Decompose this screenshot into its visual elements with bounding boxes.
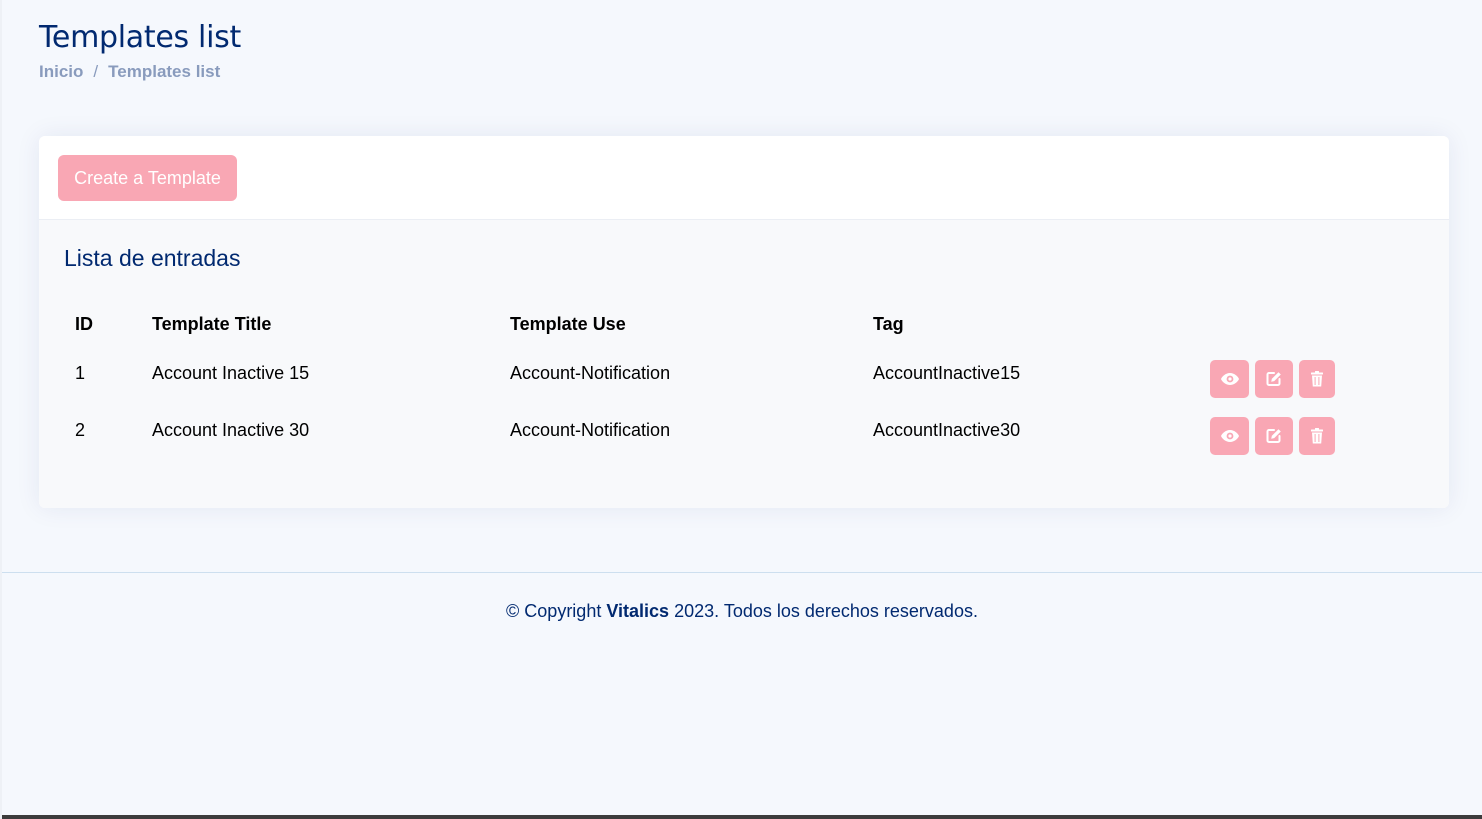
edit-button[interactable] (1255, 417, 1293, 455)
edit-icon (1266, 372, 1281, 386)
row-actions (1210, 360, 1335, 398)
view-button[interactable] (1210, 417, 1249, 455)
templates-card: Create a Template Lista de entradas ID T… (39, 136, 1449, 508)
copyright-suffix: 2023. Todos los derechos reservados. (674, 601, 978, 621)
edit-icon (1266, 429, 1281, 443)
row-actions (1210, 417, 1335, 455)
cell-tag: AccountInactive30 (873, 420, 1021, 440)
cell-use: Account-Notification (510, 420, 671, 440)
create-template-button[interactable]: Create a Template (58, 155, 237, 201)
copyright-brand: Vitalics (606, 601, 670, 621)
delete-button[interactable] (1299, 417, 1335, 455)
column-header-id: ID (75, 314, 93, 334)
footer-divider (2, 572, 1482, 573)
edit-button[interactable] (1255, 360, 1293, 398)
breadcrumb-separator: / (93, 62, 99, 81)
cell-title: Account Inactive 15 (152, 363, 310, 383)
breadcrumb: Inicio / Templates list (39, 62, 220, 82)
delete-button[interactable] (1299, 360, 1335, 398)
copyright-prefix: © Copyright (506, 601, 602, 621)
trash-icon (1311, 428, 1323, 444)
cell-use: Account-Notification (510, 363, 671, 383)
window-bottom-edge (2, 815, 1482, 819)
card-header: Create a Template (39, 136, 1449, 220)
breadcrumb-current: Templates list (108, 62, 221, 81)
trash-icon (1311, 371, 1323, 387)
breadcrumb-home-link[interactable]: Inicio (39, 62, 83, 82)
cell-title: Account Inactive 30 (152, 420, 310, 440)
eye-icon (1220, 430, 1239, 442)
page-title: Templates list (39, 20, 241, 55)
column-header-tag: Tag (873, 314, 904, 334)
column-header-title: Template Title (152, 314, 272, 334)
footer: © Copyright Vitalics 2023. Todos los der… (2, 601, 1482, 622)
card-body: Lista de entradas ID Template Title Temp… (39, 220, 1449, 508)
column-header-use: Template Use (510, 314, 626, 334)
section-title: Lista de entradas (64, 245, 241, 271)
view-button[interactable] (1210, 360, 1249, 398)
cell-id: 2 (75, 420, 86, 440)
cell-id: 1 (75, 363, 86, 383)
cell-tag: AccountInactive15 (873, 363, 1021, 383)
eye-icon (1220, 373, 1239, 385)
